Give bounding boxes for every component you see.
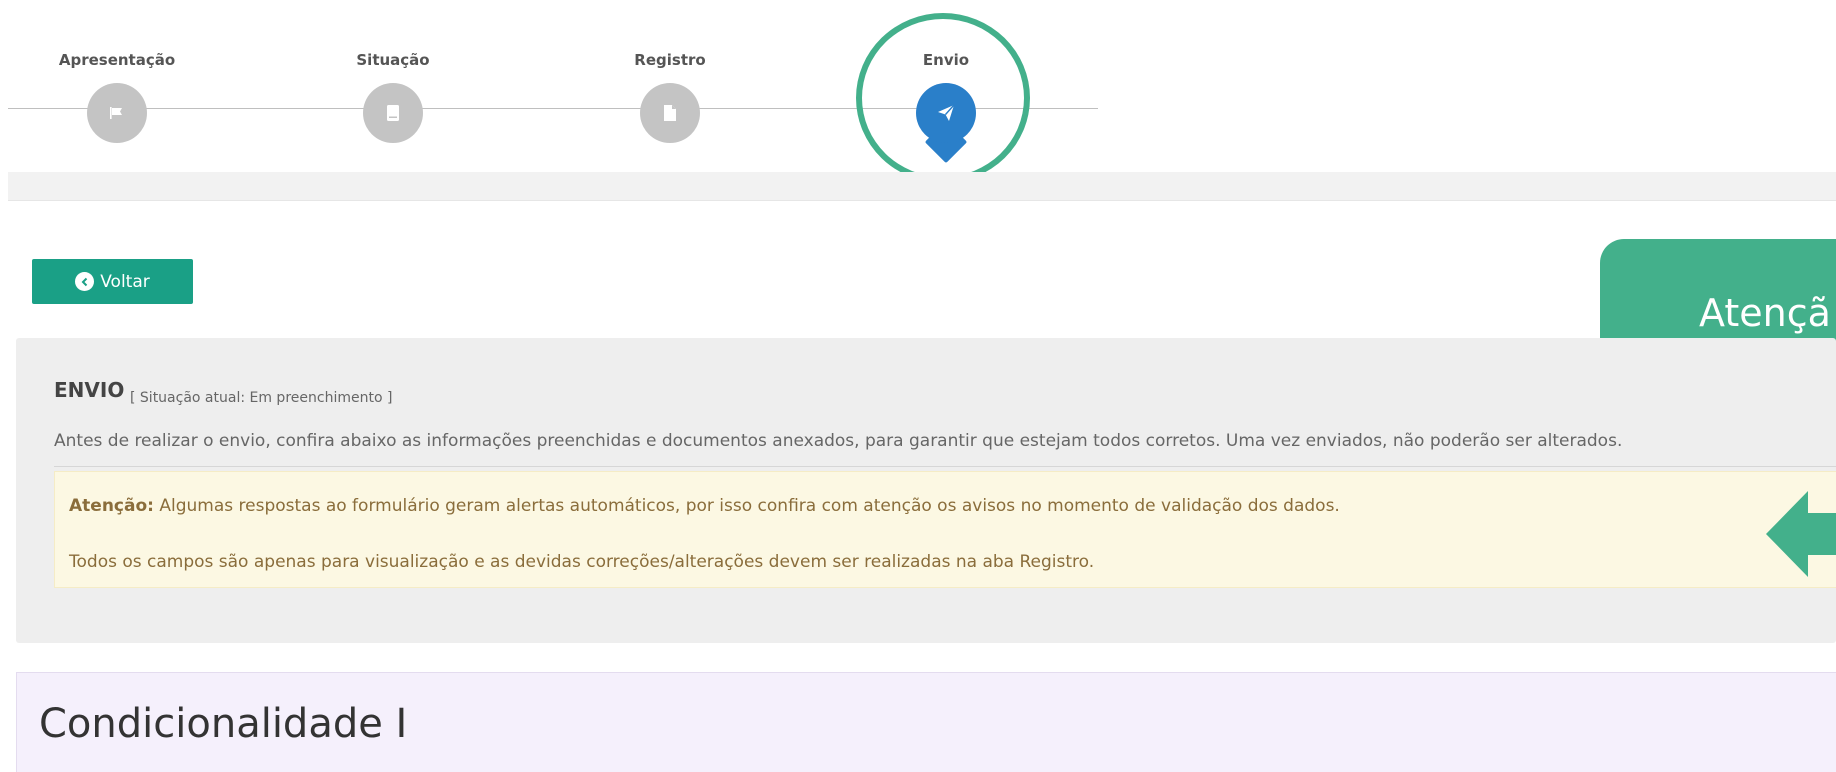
- flag-icon: [110, 107, 122, 119]
- alert-strong: Atenção:: [69, 496, 154, 516]
- back-button-label: Voltar: [100, 271, 150, 292]
- progress-stepper: Apresentação Situação Registro Envio: [0, 0, 1100, 183]
- divider: [54, 466, 1836, 467]
- step-label: Apresentação: [58, 51, 176, 69]
- envio-status: [ Situação atual: Em preenchimento ]: [130, 390, 393, 406]
- step-label: Registro: [634, 51, 706, 69]
- step-label: Situação: [356, 51, 430, 69]
- step-circle[interactable]: [363, 83, 423, 143]
- envio-description: Antes de realizar o envio, confira abaix…: [54, 431, 1623, 451]
- back-button[interactable]: Voltar: [32, 259, 193, 304]
- alert-line-1: Atenção: Algumas respostas ao formulário…: [69, 496, 1340, 516]
- header-divider-bar: [8, 172, 1836, 201]
- arrow-left-icon: [1766, 491, 1836, 577]
- attention-alert: Atenção: Algumas respostas ao formulário…: [54, 471, 1836, 588]
- envio-title: ENVIO: [54, 378, 125, 402]
- step-circle[interactable]: [87, 83, 147, 143]
- alert-text-1: Algumas respostas ao formulário geram al…: [153, 496, 1340, 516]
- condicionalidade-title: Condicionalidade I: [39, 701, 408, 747]
- file-icon: [664, 105, 676, 121]
- callout-text: Atençã: [1699, 290, 1831, 335]
- step-circle[interactable]: [640, 83, 700, 143]
- alert-line-2: Todos os campos são apenas para visualiz…: [69, 552, 1095, 572]
- condicionalidade-panel: Condicionalidade I: [16, 672, 1836, 772]
- highlight-ring: [856, 13, 1030, 183]
- chevron-left-circle-icon: [75, 272, 95, 291]
- envio-panel: ENVIO [ Situação atual: Em preenchimento…: [16, 338, 1836, 643]
- book-icon: [387, 105, 399, 121]
